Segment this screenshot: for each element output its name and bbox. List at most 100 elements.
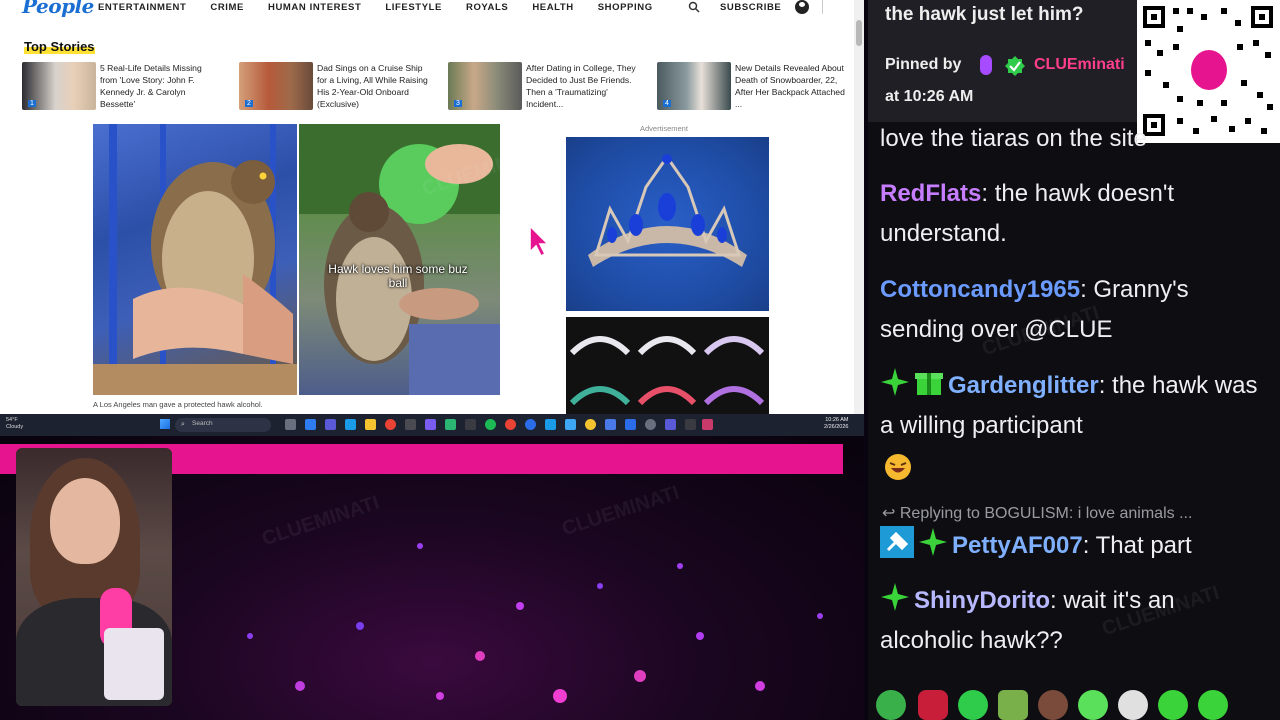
taskbar-search-label: Search: [192, 420, 213, 427]
chat-username[interactable]: Gardenglitter: [948, 372, 1099, 399]
taskbar-app-icon[interactable]: [325, 419, 336, 430]
nav-link-lifestyle[interactable]: LIFESTYLE: [385, 2, 442, 13]
reply-context[interactable]: ↩ Replying to BOGULISM: i love animals .…: [882, 503, 1192, 523]
chat-text: love the tiaras on the site: [880, 125, 1147, 152]
moderator-badge-icon: [880, 526, 914, 558]
webcam-face: [50, 478, 120, 564]
search-icon: ⌕: [181, 421, 185, 428]
hawk-photo-right: [299, 124, 500, 395]
windows-taskbar: 54°F Cloudy ⌕ Search 10:26 AM 2/26/2026: [0, 414, 864, 436]
subscribe-link[interactable]: SUBSCRIBE: [720, 2, 781, 13]
nav-link-crime[interactable]: CRIME: [210, 2, 244, 13]
sparkle-badge-icon: [881, 583, 909, 611]
streamer-webcam: [16, 448, 172, 706]
balaclava-logo-icon: [1191, 50, 1227, 90]
emote-icon[interactable]: [876, 690, 906, 720]
discord-icon[interactable]: [425, 419, 436, 430]
people-logo[interactable]: People: [22, 0, 94, 18]
taskbar-app-icon[interactable]: [545, 419, 556, 430]
taskbar-app-icon[interactable]: [585, 419, 596, 430]
pinned-time: at 10:26 AM: [885, 88, 974, 105]
chat-message: PettyAF007: That part: [880, 526, 1264, 566]
story-card[interactable]: 1 5 Real-Life Details Missing from 'Love…: [22, 62, 222, 112]
scrollbar-thumb[interactable]: [856, 20, 862, 46]
tiara-ad-banner[interactable]: [566, 137, 769, 311]
taskbar-app-icon[interactable]: [665, 419, 676, 430]
story-title[interactable]: New Details Revealed About Death of Snow…: [735, 62, 847, 110]
chrome-icon[interactable]: [505, 419, 516, 430]
taskbar-app-icon[interactable]: [405, 419, 416, 430]
story-card[interactable]: 2 Dad Sings on a Cruise Ship for a Livin…: [239, 62, 439, 112]
story-card[interactable]: 4 New Details Revealed About Death of Sn…: [657, 62, 857, 112]
taskbar-app-icon[interactable]: [305, 419, 316, 430]
start-button-icon[interactable]: [160, 419, 170, 429]
taskbar-app-icon[interactable]: [525, 419, 536, 430]
nav-link-royals[interactable]: ROYALS: [466, 2, 508, 13]
browser-capture: People ENTERTAINMENT CRIME HUMAN INTERES…: [0, 0, 864, 414]
story-title[interactable]: 5 Real-Life Details Missing from 'Love S…: [100, 62, 212, 110]
chat-username[interactable]: PettyAF007: [952, 532, 1083, 559]
tiara-ad-grid[interactable]: [566, 317, 769, 414]
taskbar-app-icon[interactable]: [465, 419, 476, 430]
story-number: 1: [28, 100, 36, 107]
taskbar-app-icon[interactable]: [625, 419, 636, 430]
nav-links: ENTERTAINMENT CRIME HUMAN INTEREST LIFES…: [98, 2, 677, 13]
photo-caption: A Los Angeles man gave a protected hawk …: [93, 400, 263, 409]
nav-link-shopping[interactable]: SHOPPING: [598, 2, 653, 13]
nav-link-health[interactable]: HEALTH: [532, 2, 573, 13]
emote-icon[interactable]: [1078, 690, 1108, 720]
emote-icon[interactable]: [918, 690, 948, 720]
story-card[interactable]: 3 After Dating in College, They Decided …: [448, 62, 648, 112]
chrome-icon[interactable]: [385, 419, 396, 430]
page-scrollbar[interactable]: [854, 0, 864, 414]
hawk-photo[interactable]: Hawk loves him some buz ball: [93, 124, 500, 395]
taskbar-app-icon[interactable]: [605, 419, 616, 430]
taskbar-date: 2/26/2026: [824, 424, 849, 430]
story-title[interactable]: After Dating in College, They Decided to…: [526, 62, 638, 110]
mouse-cursor-icon: [529, 224, 550, 258]
pinned-message-text: the hawk just let him?: [885, 4, 1084, 25]
taskbar-app-icon[interactable]: [565, 419, 576, 430]
taskbar-clock[interactable]: 10:26 AM 2/26/2026: [824, 417, 848, 431]
chat-text: : That part: [1082, 532, 1192, 559]
taskbar-search-box[interactable]: [175, 418, 271, 432]
emote-icon[interactable]: [958, 690, 988, 720]
video-caption-overlay: Hawk loves him some buz ball: [328, 262, 468, 290]
emote-bar: [872, 688, 1280, 720]
emote-icon[interactable]: [998, 690, 1028, 720]
emote-icon[interactable]: [1038, 690, 1068, 720]
ad-label: Advertisement: [640, 124, 688, 133]
sparkle-badge-icon: [919, 528, 947, 556]
taskbar-app-icon[interactable]: [645, 419, 656, 430]
webcam-mug: [104, 628, 164, 700]
top-stories-heading: Top Stories: [24, 39, 95, 54]
file-explorer-icon[interactable]: [365, 419, 376, 430]
chat-username[interactable]: RedFlats: [880, 180, 981, 207]
emote-icon[interactable]: [1198, 690, 1228, 720]
taskbar-app-icon[interactable]: [445, 419, 456, 430]
search-icon[interactable]: [688, 1, 700, 13]
task-view-icon[interactable]: [285, 419, 296, 430]
weather-widget[interactable]: 54°F Cloudy: [6, 417, 23, 431]
chat-message: Cottoncandy1965: Granny's sending over @…: [880, 270, 1264, 350]
nav-link-entertainment[interactable]: ENTERTAINMENT: [98, 2, 186, 13]
spotify-icon[interactable]: [485, 419, 496, 430]
emote-icon[interactable]: [1158, 690, 1188, 720]
pinned-by-user[interactable]: CLUEminati: [1034, 56, 1125, 74]
stream-layout: People ENTERTAINMENT CRIME HUMAN INTERES…: [0, 0, 1280, 720]
chat-message: RedFlats: the hawk doesn't understand.: [880, 174, 1264, 254]
chat-message: love the tiaras on the site: [880, 119, 1264, 159]
edge-icon[interactable]: [345, 419, 356, 430]
chat-username[interactable]: Cottoncandy1965: [880, 276, 1080, 303]
nav-divider: [822, 0, 823, 14]
laughing-emoji-icon: [885, 454, 911, 480]
nav-link-human-interest[interactable]: HUMAN INTEREST: [268, 2, 361, 13]
emote-icon[interactable]: [1118, 690, 1148, 720]
story-number: 3: [454, 100, 462, 107]
story-title[interactable]: Dad Sings on a Cruise Ship for a Living,…: [317, 62, 429, 110]
weather-temp: 54°F: [6, 417, 18, 423]
taskbar-app-icon[interactable]: [702, 419, 713, 430]
taskbar-app-icon[interactable]: [685, 419, 696, 430]
chat-username[interactable]: ShinyDorito: [914, 587, 1050, 614]
account-icon[interactable]: [795, 0, 809, 14]
